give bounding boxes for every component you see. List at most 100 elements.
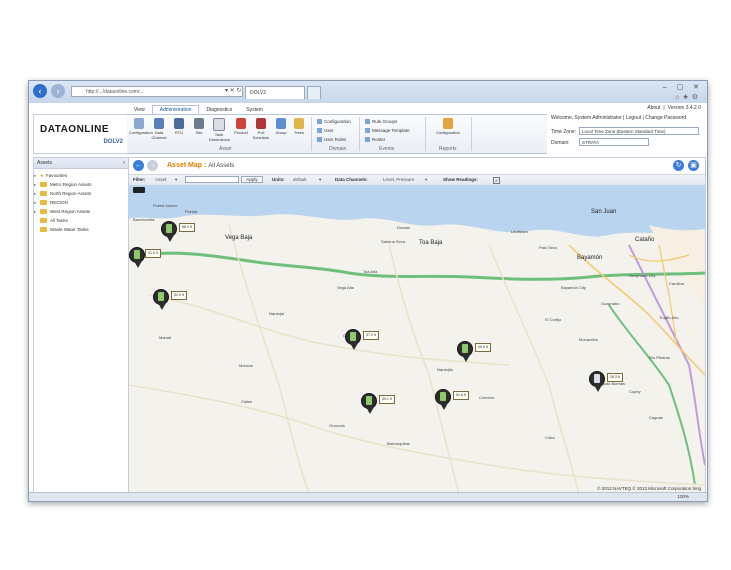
reports-icon bbox=[443, 118, 453, 129]
product-button[interactable]: Product bbox=[231, 118, 251, 135]
asset-map[interactable]: Vega Baja Toa Baja San Juan Cataño Bayam… bbox=[129, 185, 705, 494]
place-label: Toa Alta bbox=[363, 269, 378, 274]
roster-button[interactable]: Roster bbox=[365, 137, 385, 143]
poll-schedule-label: Poll Schedule bbox=[252, 130, 270, 140]
back-arrow-icon[interactable]: ← bbox=[133, 160, 144, 171]
map-copyright: © 2013 NAVTEQ © 2013 Microsoft Corporati… bbox=[597, 486, 701, 491]
tab-diagnostics[interactable]: Diagnostics bbox=[199, 106, 239, 114]
reports-configuration-button[interactable]: Configuration bbox=[431, 118, 465, 135]
address-bar[interactable]: http://.../dataonline.com/... bbox=[71, 86, 243, 97]
collapse-icon[interactable]: ‹ bbox=[123, 158, 125, 168]
refresh-icon[interactable]: ↻ bbox=[673, 160, 684, 171]
map-type-toggle[interactable] bbox=[133, 187, 145, 193]
filter-select[interactable]: Asset bbox=[155, 175, 166, 185]
browser-tab-active[interactable]: DOLV2 bbox=[245, 86, 305, 99]
refresh-icon[interactable]: ▾ ✕ ↻ bbox=[225, 86, 241, 97]
rule-groups-button[interactable]: Rule Groups bbox=[365, 119, 397, 125]
place-label: Ciales bbox=[241, 399, 253, 404]
tree-item-label: North Region Assets bbox=[50, 191, 92, 196]
new-tab-button[interactable] bbox=[307, 86, 321, 99]
tree-item-region[interactable]: ▸ REGION bbox=[34, 198, 128, 207]
filter-input[interactable] bbox=[185, 176, 239, 183]
user-roles-button[interactable]: User Roles bbox=[317, 137, 347, 143]
about-link[interactable]: About bbox=[647, 105, 660, 111]
group-button[interactable]: Group bbox=[271, 118, 291, 135]
units-select[interactable]: default bbox=[293, 175, 307, 185]
tank-icon bbox=[350, 332, 356, 341]
settings-icon[interactable]: ▣ bbox=[688, 160, 699, 171]
user-button[interactable]: User bbox=[317, 128, 334, 134]
tank-icon bbox=[440, 392, 446, 401]
tree-item-label: Metro Region Assets bbox=[50, 182, 92, 187]
trees-button[interactable]: Trees bbox=[289, 118, 309, 135]
tree-item-metro[interactable]: ▸ Metro Region Assets bbox=[34, 180, 128, 189]
back-icon[interactable]: ‹ bbox=[33, 84, 47, 98]
group-domain-label: Domain bbox=[329, 146, 347, 152]
asset-marker[interactable] bbox=[361, 393, 377, 415]
tank-dimensions-button[interactable]: Tank Dimensions bbox=[209, 118, 230, 142]
tank-icon bbox=[158, 292, 164, 301]
data-channel-label: Data Channel bbox=[151, 130, 167, 140]
zoom-level[interactable]: 100% bbox=[677, 493, 689, 501]
star-icon: ★ bbox=[40, 173, 45, 178]
message-template-button[interactable]: Message Template bbox=[365, 128, 410, 134]
window-controls[interactable]: – ▢ ✕ bbox=[663, 83, 703, 91]
place-label: Bayamón City bbox=[561, 285, 586, 290]
place-label: Carolina bbox=[669, 281, 684, 286]
menu-tabs: View Administration Diagnostics System bbox=[127, 105, 270, 114]
time-zone-select[interactable]: Local Time Zone (Eastern Standard Time) bbox=[579, 127, 699, 135]
tab-system[interactable]: System bbox=[239, 106, 270, 114]
main-panel: ← → Asset Map : All Assets ↻ ▣ Filter: As… bbox=[128, 157, 706, 495]
tab-administration[interactable]: Administration bbox=[151, 105, 200, 114]
asset-marker[interactable] bbox=[129, 247, 145, 269]
tab-view[interactable]: View bbox=[127, 106, 152, 114]
top-links: About | Version 3.4.2.0 bbox=[644, 105, 701, 111]
asset-marker[interactable] bbox=[161, 221, 177, 243]
data-channels-select[interactable]: Level, Pressure bbox=[383, 175, 414, 185]
rtu-icon bbox=[174, 118, 184, 129]
asset-marker[interactable] bbox=[435, 389, 451, 411]
tree-item-all-tanks[interactable]: All Tanks bbox=[34, 216, 128, 225]
rtu-button[interactable]: RTU bbox=[169, 118, 189, 135]
configuration-button[interactable]: Configuration bbox=[129, 118, 153, 135]
separator: | bbox=[663, 105, 665, 111]
group-icon bbox=[276, 118, 286, 129]
product-icon bbox=[236, 118, 246, 129]
show-readings-checkbox[interactable]: ✔ bbox=[493, 177, 500, 184]
apply-button[interactable]: Apply bbox=[241, 176, 263, 183]
tree-item-north[interactable]: ▸ North Region Assets bbox=[34, 189, 128, 198]
asset-marker[interactable] bbox=[457, 341, 473, 363]
sidebar-header: Assets ‹ bbox=[34, 158, 128, 169]
folder-icon bbox=[40, 182, 47, 188]
site-button[interactable]: Site bbox=[189, 118, 209, 135]
place-label: Vega Baja bbox=[225, 235, 253, 241]
place-label: Caguas bbox=[649, 415, 663, 420]
folder-icon bbox=[40, 227, 47, 233]
forward-arrow-icon[interactable]: → bbox=[147, 160, 158, 171]
place-label: Cupey bbox=[629, 389, 641, 394]
forward-icon[interactable]: › bbox=[51, 84, 65, 98]
chevron-down-icon[interactable]: ▾ bbox=[319, 175, 321, 185]
tree-item-west[interactable]: ▸ West Region Assets bbox=[34, 207, 128, 216]
asset-marker[interactable] bbox=[153, 289, 169, 311]
asset-marker[interactable] bbox=[345, 329, 361, 351]
chevron-down-icon[interactable]: ▾ bbox=[175, 175, 177, 185]
place-label: Florida bbox=[185, 209, 198, 214]
chevron-down-icon[interactable]: ▾ bbox=[425, 175, 427, 185]
ribbon-separator bbox=[425, 117, 426, 151]
tree-item-label: Waste Water Tanks bbox=[50, 227, 89, 232]
domain-configuration-button[interactable]: Configuration bbox=[317, 119, 351, 125]
reading-label: 28.3 ft bbox=[607, 373, 623, 382]
domain-select[interactable]: STRATA bbox=[579, 138, 649, 146]
welcome-bar[interactable]: Welcome, System Administrator | Logout |… bbox=[551, 115, 686, 121]
tree-item-favourites[interactable]: ▸ ★ Favourites bbox=[34, 171, 128, 180]
poll-schedule-button[interactable]: Poll Schedule bbox=[251, 118, 271, 140]
place-label: Monacillos bbox=[579, 337, 598, 342]
home-star-gear-icons[interactable]: ⌂★⚙ bbox=[675, 93, 701, 101]
assets-sidebar: Assets ‹ ▸ ★ Favourites ▸ Metro Region Asse… bbox=[33, 157, 129, 495]
user-roles-label: User Roles bbox=[324, 137, 347, 142]
asset-marker[interactable] bbox=[589, 371, 605, 393]
data-channel-button[interactable]: Data Channel bbox=[149, 118, 169, 140]
place-label: Bayamón bbox=[577, 255, 603, 261]
tree-item-waste-water[interactable]: Waste Water Tanks bbox=[34, 225, 128, 234]
